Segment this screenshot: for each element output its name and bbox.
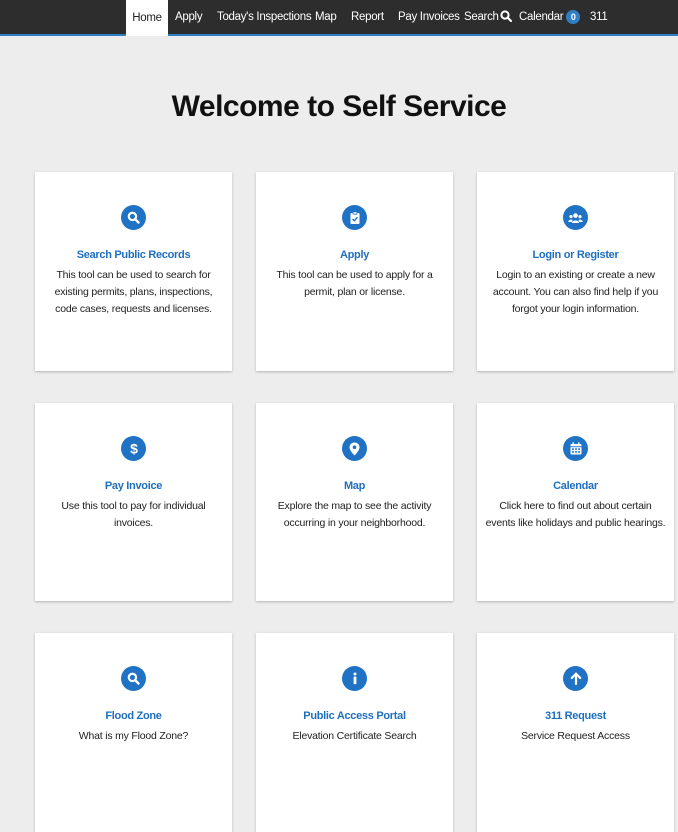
search-icon: [500, 2, 512, 36]
card-description: This tool can be used to apply for a per…: [276, 269, 433, 298]
users-icon: [563, 205, 588, 230]
card-title: Login or Register: [532, 249, 619, 261]
card-title: Calendar: [553, 480, 598, 492]
card-description: Explore the map to see the activity occu…: [277, 500, 432, 529]
card-title: Apply: [339, 249, 370, 261]
card-description: Login to an existing or create a new acc…: [492, 269, 659, 315]
card-login-or-register[interactable]: Login or Register Login to an existing o…: [477, 172, 674, 371]
nav-home[interactable]: Home: [126, 0, 168, 36]
dollar-icon: $: [121, 436, 146, 461]
search-icon: [121, 666, 146, 691]
info-icon: [342, 666, 367, 691]
nav-311[interactable]: 311: [590, 0, 608, 34]
card-apply[interactable]: Apply This tool can be used to apply for…: [256, 172, 453, 371]
nav-apply[interactable]: Apply: [175, 0, 203, 34]
card-calendar[interactable]: Calendar Click here to find out about ce…: [477, 403, 674, 601]
card-title: 311 Request: [545, 710, 606, 722]
nav-search-label: Search: [464, 11, 499, 23]
nav-search[interactable]: Search: [464, 0, 512, 34]
card-search-public-records[interactable]: Search Public Records This tool can be u…: [35, 172, 232, 371]
card-description: Click here to find out about certain eve…: [485, 500, 666, 529]
card-public-access-portal[interactable]: Public Access Portal Elevation Certifica…: [256, 633, 453, 832]
card-title: Map: [343, 480, 366, 492]
card-description: This tool can be used to search for exis…: [54, 269, 213, 315]
top-navigation-bar: Home Apply Today's Inspections Map Repor…: [0, 0, 678, 36]
card-description: Service Request Access: [521, 730, 630, 742]
nav-calendar-label: Calendar: [519, 11, 564, 23]
card-pay-invoice[interactable]: $ Pay Invoice Use this tool to pay for i…: [35, 403, 232, 601]
calendar-icon: [563, 436, 588, 461]
search-icon: [121, 205, 146, 230]
nav-calendar[interactable]: Calendar 0: [519, 0, 581, 34]
nav-report[interactable]: Report: [351, 0, 384, 34]
card-map[interactable]: Map Explore the map to see the activity …: [256, 403, 453, 601]
arrow-up-icon: [563, 666, 588, 691]
card-description: Elevation Certificate Search: [292, 730, 417, 742]
nav-todays-inspections[interactable]: Today's Inspections: [217, 0, 312, 34]
card-title: Search Public Records: [76, 249, 191, 261]
card-description: Use this tool to pay for individual invo…: [61, 500, 206, 529]
card-description: What is my Flood Zone?: [78, 730, 189, 742]
page-title: Welcome to Self Service: [171, 90, 507, 123]
svg-text:$: $: [130, 441, 138, 456]
card-311-request[interactable]: 311 Request Service Request Access: [477, 633, 674, 832]
card-title: Flood Zone: [105, 710, 162, 722]
map-marker-icon: [342, 436, 367, 461]
clipboard-check-icon: [342, 205, 367, 230]
card-flood-zone[interactable]: Flood Zone What is my Flood Zone?: [35, 633, 232, 832]
card-title: Pay Invoice: [104, 480, 163, 492]
card-title: Public Access Portal: [303, 710, 406, 722]
nav-pay-invoices[interactable]: Pay Invoices: [398, 0, 460, 34]
nav-map[interactable]: Map: [315, 0, 337, 34]
calendar-count-badge: 0: [566, 9, 581, 24]
